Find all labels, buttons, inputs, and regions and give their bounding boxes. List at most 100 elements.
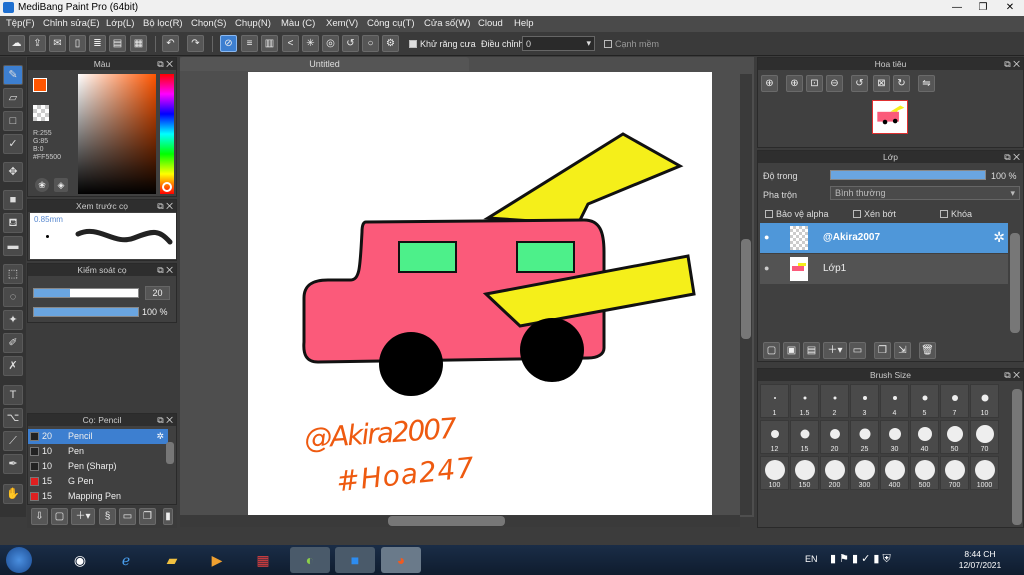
parallel-snap-icon[interactable]: ≡	[241, 35, 258, 52]
brush-opacity-slider[interactable]	[33, 307, 139, 317]
layer-opacity-slider[interactable]	[830, 170, 986, 180]
brush-size-cell[interactable]: 40	[910, 420, 939, 454]
language-indicator[interactable]: EN	[805, 554, 818, 564]
hue-slider[interactable]	[160, 74, 174, 194]
gear-icon[interactable]: ✲	[156, 429, 164, 444]
text-tool-icon[interactable]: T	[3, 385, 23, 405]
bucket-tool-icon[interactable]: ⛾	[3, 213, 23, 233]
soft-edge-checkbox[interactable]	[604, 40, 612, 48]
menu-window[interactable]: Cửa số(W)	[424, 18, 470, 29]
delete-brush-icon[interactable]: ▮	[163, 508, 173, 525]
clock[interactable]: 8:44 CH 12/07/2021	[958, 549, 1002, 571]
layer-scrollbar[interactable]	[1010, 233, 1020, 333]
brush-size-cell[interactable]: 1	[760, 384, 789, 418]
brush-size-cell[interactable]: 200	[820, 456, 849, 490]
eye-icon[interactable]: ●	[764, 232, 769, 242]
tray-icons[interactable]: ▮ ⚑ ▮ ✓ ▮ ⛨	[830, 552, 891, 566]
menu-edit[interactable]: Chỉnh sửa(E)	[43, 18, 100, 29]
menu-filter[interactable]: Bộ lọc(R)	[143, 18, 183, 29]
rotate-right-icon[interactable]: ↻	[893, 75, 910, 92]
new-8bit-layer-icon[interactable]: ▤	[803, 342, 820, 359]
curve-snap-icon[interactable]: ↺	[342, 35, 359, 52]
brush-tool-icon[interactable]: ✎	[3, 65, 23, 85]
camera-icon[interactable]: ◐	[290, 547, 330, 573]
menu-tools[interactable]: Công cụ(T)	[367, 18, 415, 29]
menu-capture[interactable]: Chụp(N)	[235, 18, 271, 29]
add-layer-menu-icon[interactable]: ＋▾	[823, 342, 847, 359]
magic-wand-icon[interactable]: ✦	[3, 310, 23, 330]
move-tool-icon[interactable]: ✥	[3, 162, 23, 182]
medibang-icon[interactable]: ◕	[381, 547, 421, 573]
document-tab[interactable]: Untitled	[180, 57, 469, 71]
cross-snap-icon[interactable]: ▥	[261, 35, 278, 52]
protect-alpha-toggle[interactable]: Bảo vệ alpha	[765, 209, 829, 219]
fit-icon[interactable]: ⊡	[806, 75, 823, 92]
layer-row[interactable]: ● @Akira2007 ✲	[760, 223, 1008, 253]
brush-settings-icon[interactable]: §	[99, 508, 116, 525]
menu-file[interactable]: Tệp(F)	[6, 18, 35, 29]
clipping-toggle[interactable]: Xén bớt	[853, 209, 896, 219]
antialias-toggle[interactable]: Khử răng cưa	[409, 39, 476, 49]
add-brush-icon[interactable]: ＋▾	[71, 508, 95, 525]
start-button[interactable]	[6, 547, 32, 573]
antialias-checkbox[interactable]	[409, 40, 417, 48]
new-brush-icon[interactable]: ▢	[51, 508, 68, 525]
brush-size-slider[interactable]	[33, 288, 139, 298]
menu-view[interactable]: Xem(V)	[326, 18, 358, 29]
folder-icon[interactable]: ▭	[119, 508, 136, 525]
circle-snap-icon[interactable]: ◎	[322, 35, 339, 52]
primary-color-swatch[interactable]	[33, 78, 47, 92]
brush-size-value[interactable]: 20	[145, 286, 170, 300]
brush-size-cell[interactable]: 3	[850, 384, 879, 418]
brush-size-cell[interactable]: 15	[790, 420, 819, 454]
select-pen-icon[interactable]: ✐	[3, 333, 23, 353]
radial-snap-icon[interactable]: ✳	[302, 35, 319, 52]
flip-icon[interactable]: ⇋	[918, 75, 935, 92]
brush-size-cell[interactable]: 10	[970, 384, 999, 418]
duplicate-layer-icon[interactable]: ❐	[874, 342, 891, 359]
dot-tool-icon[interactable]: □	[3, 111, 23, 131]
divide-tool-icon[interactable]: ⌥	[3, 408, 23, 428]
ellipse-snap-icon[interactable]: ○	[362, 35, 379, 52]
minimize-button[interactable]: —	[944, 0, 970, 16]
merge-layer-icon[interactable]: ⇲	[894, 342, 911, 359]
eyedropper-icon[interactable]: ⟋	[3, 431, 23, 451]
no-snap-icon[interactable]: ⊘	[220, 35, 237, 52]
brush-size-cell[interactable]: 100	[760, 456, 789, 490]
close-button[interactable]: ✕	[996, 0, 1024, 16]
cloud-icon[interactable]: ☁	[8, 35, 25, 52]
brush-size-cell[interactable]: 5	[910, 384, 939, 418]
correction-tool-icon[interactable]: ✓	[3, 134, 23, 154]
brush-size-cell[interactable]: 150	[790, 456, 819, 490]
navigator-thumbnail[interactable]	[872, 100, 908, 134]
brush-size-cell[interactable]: 70	[970, 420, 999, 454]
adjust-dropdown[interactable]: 0 ▾	[522, 36, 595, 51]
brush-size-cell[interactable]: 20	[820, 420, 849, 454]
horizontal-scrollbar[interactable]	[180, 515, 740, 527]
gear-icon[interactable]: ✲	[993, 229, 1005, 246]
pen-tool-icon[interactable]: ✒	[3, 454, 23, 474]
select-eraser-icon[interactable]: ✗	[3, 356, 23, 376]
ie-icon[interactable]: ℯ	[106, 547, 146, 573]
rotate-left-icon[interactable]: ↺	[851, 75, 868, 92]
drawing-canvas[interactable]: @Akira2007 #Hoa247	[248, 72, 712, 516]
trash-icon[interactable]: 🗑	[919, 342, 936, 359]
duplicate-brush-icon[interactable]: ❐	[139, 508, 156, 525]
reset-view-icon[interactable]: ⊠	[873, 75, 890, 92]
layer-row[interactable]: ● Lớp1	[760, 254, 1008, 284]
hue-handle[interactable]	[162, 182, 172, 192]
palette-icon[interactable]: ❀	[35, 178, 49, 192]
brush-item[interactable]: 20 Pencil ✲	[28, 429, 168, 444]
document-icon[interactable]: ≣	[89, 35, 106, 52]
zoom-in-icon[interactable]: ⊕	[761, 75, 778, 92]
undo-icon[interactable]: ↶	[162, 35, 179, 52]
folder-icon[interactable]: ▭	[849, 342, 866, 359]
new-layer-icon[interactable]: ▢	[763, 342, 780, 359]
menu-help[interactable]: Help	[514, 18, 534, 29]
maximize-button[interactable]: ❐	[970, 0, 996, 16]
gradient-tool-icon[interactable]: ▬	[3, 236, 23, 256]
menu-select[interactable]: Chọn(S)	[191, 18, 226, 29]
share-icon[interactable]: ⇪	[29, 35, 46, 52]
brush-size-cell[interactable]: 400	[880, 456, 909, 490]
brush-size-scrollbar[interactable]	[1012, 389, 1022, 525]
